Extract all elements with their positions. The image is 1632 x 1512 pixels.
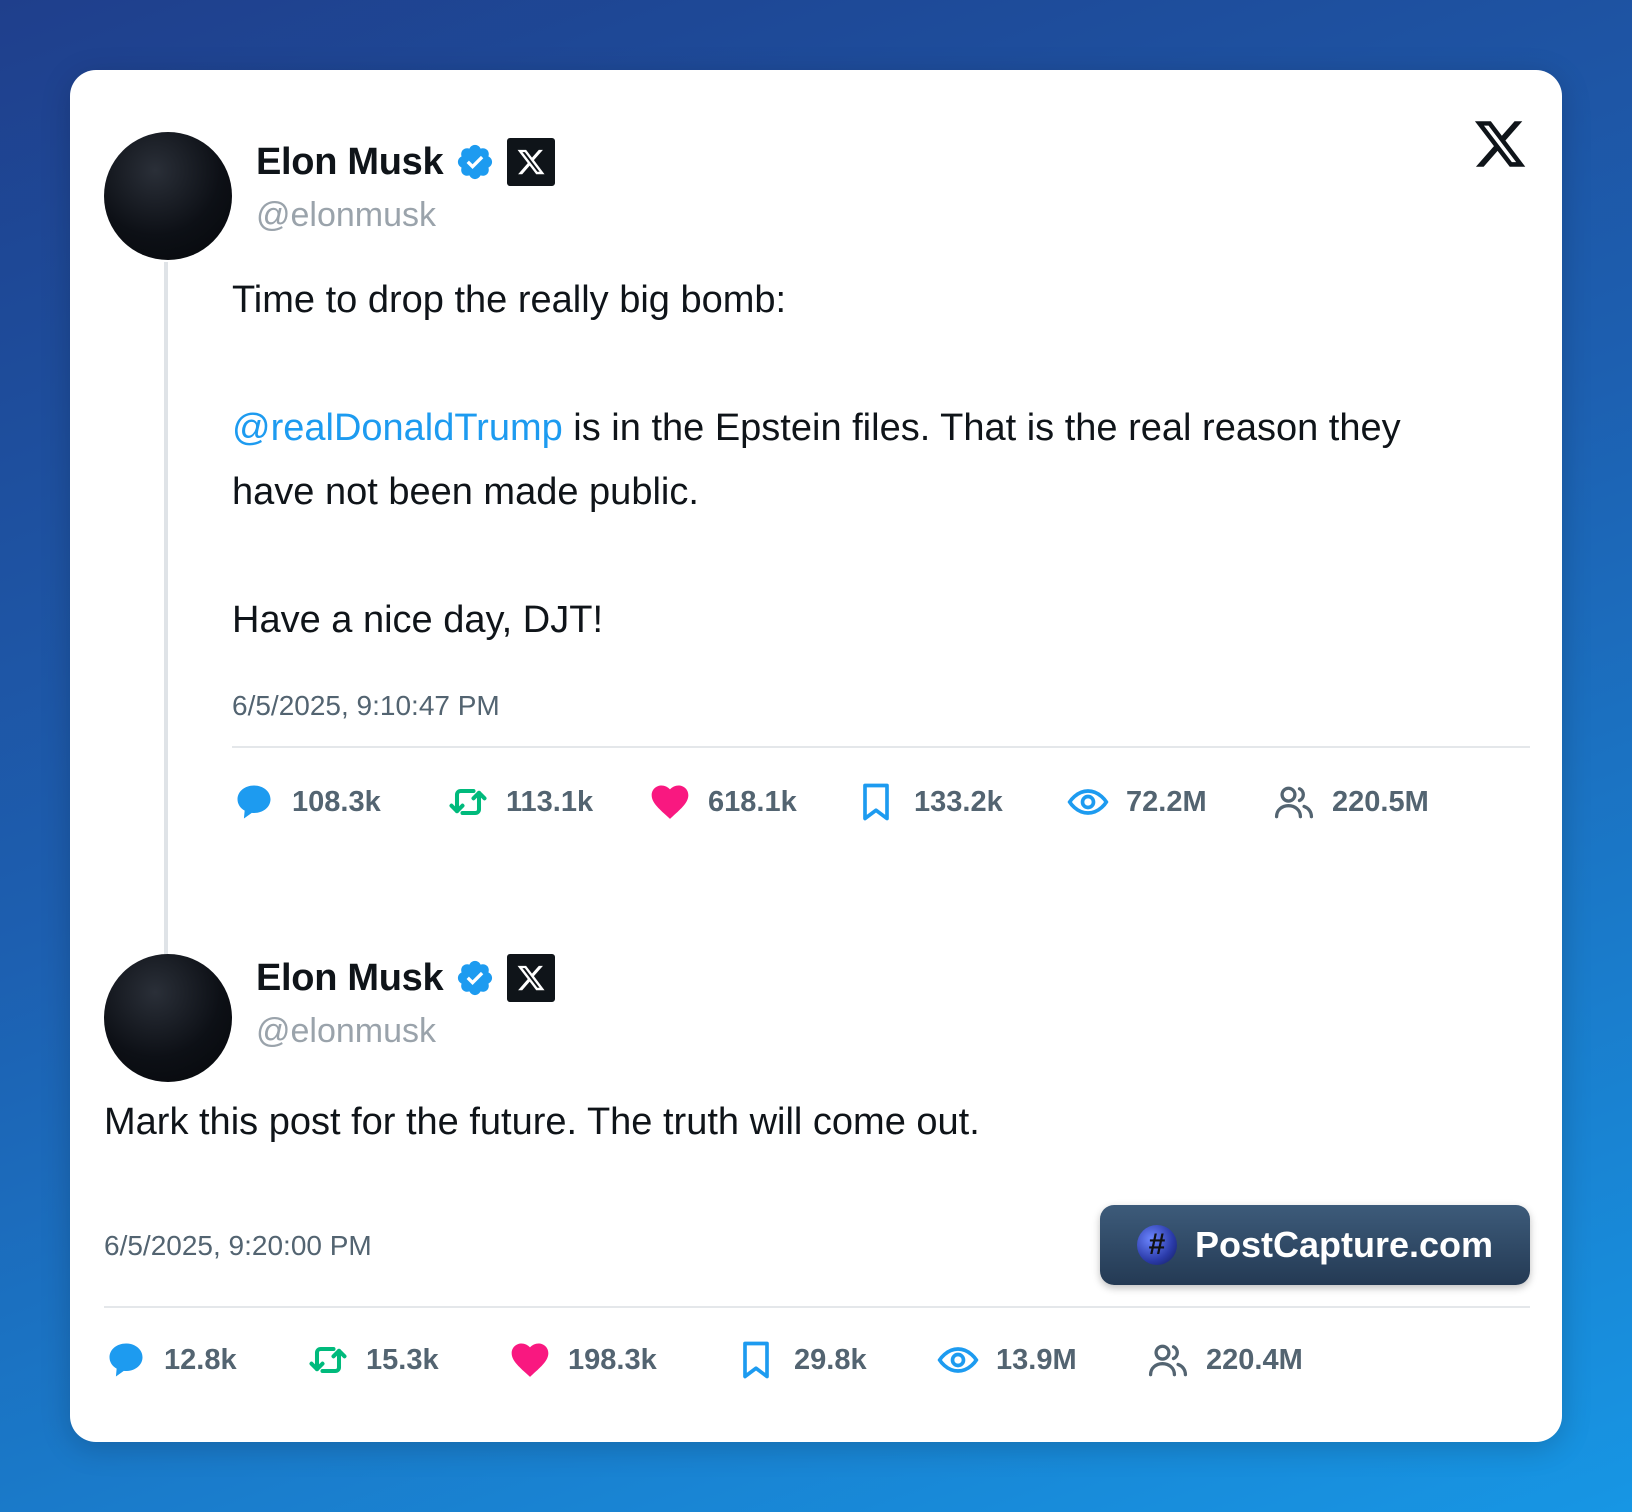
engagement-bar: 108.3k 113.1k 618.1k 133.2k 72.2M 220.5M (232, 780, 1429, 824)
eye-icon (1067, 789, 1109, 815)
views-stat[interactable]: 72.2M (1066, 780, 1272, 824)
postcapture-watermark[interactable]: # PostCapture.com (1100, 1205, 1530, 1285)
repost-stat[interactable]: 15.3k (306, 1338, 508, 1382)
repost-icon (309, 1346, 347, 1374)
users-icon (1148, 1344, 1188, 1377)
hash-icon: # (1136, 1225, 1177, 1265)
repost-stat[interactable]: 113.1k (446, 780, 648, 824)
reply-stat[interactable]: 12.8k (104, 1338, 306, 1382)
divider (232, 746, 1530, 748)
like-stat[interactable]: 198.3k (508, 1338, 734, 1382)
tweet-line: @realDonaldTrump is in the Epstein files… (232, 407, 1401, 449)
author-handle[interactable]: @elonmusk (256, 196, 555, 235)
author-name[interactable]: Elon Musk (256, 957, 444, 1000)
comment-icon (237, 785, 271, 819)
followers-stat[interactable]: 220.4M (1146, 1338, 1303, 1382)
avatar[interactable] (104, 954, 232, 1082)
tweet-text: Mark this post for the future. The truth… (104, 1101, 980, 1143)
tweet-line: Time to drop the really big bomb: (232, 279, 787, 321)
verified-badge-icon (458, 960, 493, 996)
views-stat[interactable]: 13.9M (936, 1338, 1146, 1382)
heart-icon (511, 1343, 549, 1377)
bookmark-icon (863, 783, 889, 821)
timestamp[interactable]: 6/5/2025, 9:10:47 PM (232, 690, 500, 722)
watermark-label: PostCapture.com (1194, 1224, 1494, 1265)
author-block: Elon Musk @elonmusk (256, 138, 556, 235)
eye-icon (937, 1347, 979, 1373)
x-badge-icon (507, 138, 556, 186)
followers-stat[interactable]: 220.5M (1272, 780, 1429, 824)
avatar[interactable] (104, 132, 232, 260)
tweet-line: have not been made public. (232, 471, 699, 513)
engagement-bar: 12.8k 15.3k 198.3k 29.8k 13.9M 220.4M (104, 1338, 1303, 1382)
timestamp[interactable]: 6/5/2025, 9:20:00 PM (104, 1230, 372, 1262)
divider (104, 1306, 1530, 1308)
bookmark-stat[interactable]: 29.8k (734, 1338, 936, 1382)
author-name[interactable]: Elon Musk (256, 141, 444, 184)
author-handle[interactable]: @elonmusk (256, 1012, 555, 1051)
thread-connector-line (164, 262, 168, 990)
tweet-card: Elon Musk @elonmusk Time to drop the rea… (70, 70, 1562, 1442)
tweet-line: Have a nice day, DJT! (232, 599, 604, 641)
repost-icon (449, 788, 487, 816)
mention-link[interactable]: @realDonaldTrump (232, 407, 563, 449)
verified-badge-icon (458, 144, 493, 180)
bookmark-stat[interactable]: 133.2k (854, 780, 1066, 824)
comment-icon (109, 1343, 143, 1377)
x-logo-icon[interactable] (1472, 116, 1528, 172)
reply-stat[interactable]: 108.3k (232, 780, 446, 824)
tweet-text: Time to drop the really big bomb: @realD… (232, 268, 1532, 652)
users-icon (1274, 786, 1314, 819)
bookmark-icon (743, 1341, 769, 1379)
author-block: Elon Musk @elonmusk (256, 954, 556, 1051)
heart-icon (651, 785, 689, 819)
x-badge-icon (507, 954, 556, 1002)
like-stat[interactable]: 618.1k (648, 780, 854, 824)
